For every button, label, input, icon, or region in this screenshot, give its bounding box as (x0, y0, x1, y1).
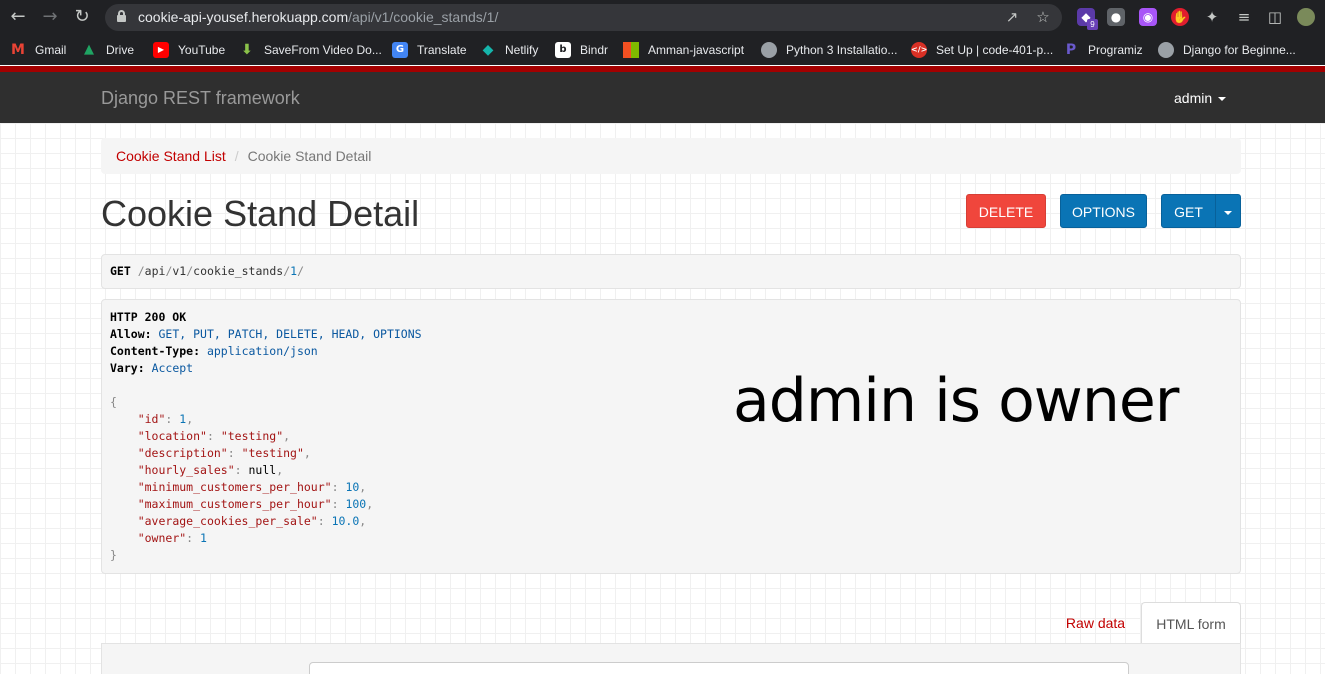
request-path-segment: v1 (172, 264, 187, 278)
url-text[interactable]: cookie-api-yousef.herokuapp.com/api/v1/c… (138, 9, 498, 25)
json-key: "location" (137, 429, 207, 443)
json-key: "minimum_customers_per_hour" (137, 480, 332, 494)
get-button[interactable]: GET (1161, 194, 1216, 228)
camera-icon[interactable]: ● (1107, 8, 1125, 26)
json-key: "average_cookies_per_sale" (137, 514, 318, 528)
delete-button[interactable]: DELETE (966, 194, 1046, 228)
breadcrumb-current: Cookie Stand Detail (247, 148, 372, 164)
json-value: 10.0 (331, 514, 360, 528)
header-allow-value: GET, PUT, PATCH, DELETE, HEAD, OPTIONS (158, 327, 422, 341)
get-format-dropdown[interactable] (1215, 194, 1241, 228)
json-value: 1 (200, 531, 207, 545)
extension-paint-icon[interactable]: ◉ (1139, 8, 1157, 26)
bookmark-savefrom[interactable]: ⬇ SaveFrom Video Do... (239, 41, 382, 59)
response-info: HTTP 200 OK Allow: GET, PUT, PATCH, DELE… (101, 299, 1241, 574)
header-content-type-value: application/json (206, 344, 318, 358)
page-title: Cookie Stand Detail (101, 193, 420, 234)
bookmark-netlify[interactable]: ◆ Netlify (480, 41, 539, 59)
form-input-field[interactable] (309, 662, 1129, 674)
profile-avatar-icon[interactable] (1297, 8, 1315, 26)
breadcrumb-cookie-stand-list[interactable]: Cookie Stand List (116, 148, 226, 164)
response-status: HTTP 200 OK (110, 310, 187, 324)
breadcrumb: Cookie Stand List / Cookie Stand Detail (101, 138, 1241, 174)
breadcrumb-separator: / (234, 148, 239, 164)
programiz-icon: P (1065, 42, 1077, 58)
options-button[interactable]: OPTIONS (1060, 194, 1147, 228)
tab-raw-data[interactable]: Raw data (1052, 602, 1139, 644)
caret-down-icon (1224, 211, 1232, 216)
puzzle-icon[interactable]: ✦ (1203, 8, 1221, 26)
json-value: null (248, 463, 277, 477)
annotation-overlay-text: admin is owner (733, 366, 1179, 436)
star-icon[interactable]: ☆ (1034, 8, 1052, 26)
reading-list-icon[interactable]: ≡ (1235, 8, 1253, 26)
json-value: 10 (345, 480, 360, 494)
address-bar[interactable]: cookie-api-yousef.herokuapp.com/api/v1/c… (105, 4, 1062, 31)
browser-toolbar: ← → ↻ cookie-api-yousef.herokuapp.com/ap… (0, 0, 1325, 35)
extension-hand-icon[interactable]: ✋ (1171, 8, 1189, 26)
savefrom-icon: ⬇ (241, 42, 253, 58)
header-allow-name: Allow: (110, 327, 152, 341)
request-path-segment: cookie_stands (193, 264, 284, 278)
bookmark-amman-javascript[interactable]: Amman-javascript (623, 41, 744, 59)
navbar: Django REST framework admin (0, 72, 1325, 123)
request-info: GET /api/v1/cookie_stands/1/ (101, 254, 1241, 289)
json-value: "testing" (220, 429, 284, 443)
json-value: "testing" (241, 446, 304, 460)
user-dropdown[interactable]: admin (1174, 90, 1227, 106)
header-content-type-name: Content-Type: (110, 344, 201, 358)
netlify-icon: ◆ (482, 42, 494, 58)
bookmark-programiz[interactable]: P Programiz (1063, 41, 1143, 59)
json-key: "maximum_customers_per_hour" (137, 497, 332, 511)
bookmarks-bar: M Gmail ▲ Drive ▶ YouTube ⬇ SaveFrom Vid… (0, 35, 1325, 65)
json-value: 100 (345, 497, 367, 511)
request-method: GET (110, 264, 131, 278)
forward-icon[interactable]: → (40, 7, 60, 27)
drive-icon: ▲ (84, 42, 94, 57)
reload-icon[interactable]: ↻ (72, 7, 92, 27)
extension-badge: 9 (1087, 19, 1098, 30)
side-panel-icon[interactable]: ◫ (1266, 8, 1284, 26)
bookmark-setup[interactable]: </> Set Up | code-401-p... (911, 41, 1053, 59)
bookmark-translate[interactable]: G Translate (392, 41, 467, 59)
share-icon[interactable]: ↗ (1003, 8, 1021, 26)
globe-icon (761, 42, 777, 58)
request-path-segment: api (144, 264, 166, 278)
json-key: "id" (137, 412, 166, 426)
tab-html-form[interactable]: HTML form (1141, 602, 1241, 644)
gmail-icon: M (11, 42, 25, 58)
youtube-icon: ▶ (153, 42, 169, 58)
bookmark-drive[interactable]: ▲ Drive (81, 41, 134, 59)
brand-link[interactable]: Django REST framework (101, 88, 300, 109)
bookmark-python[interactable]: Python 3 Installatio... (761, 41, 897, 59)
header-vary-value: Accept (151, 361, 194, 375)
json-key: "owner" (137, 531, 187, 545)
microsoft-icon (623, 42, 639, 58)
translate-icon: G (392, 42, 408, 58)
bookmark-gmail[interactable]: M Gmail (10, 41, 66, 59)
bookmark-youtube[interactable]: ▶ YouTube (153, 41, 225, 59)
bookmark-django[interactable]: Django for Beginne... (1158, 41, 1296, 59)
header-vary-name: Vary: (110, 361, 145, 375)
caret-down-icon (1218, 97, 1227, 102)
json-key: "description" (137, 446, 228, 460)
lock-icon (117, 10, 126, 22)
code-icon: </> (911, 42, 927, 58)
globe-icon (1158, 42, 1174, 58)
bookmark-bindr[interactable]: b Bindr (555, 41, 608, 59)
json-key: "hourly_sales" (137, 463, 235, 477)
back-icon[interactable]: ← (8, 7, 28, 27)
user-name: admin (1174, 90, 1213, 106)
bindr-icon: b (555, 42, 571, 58)
